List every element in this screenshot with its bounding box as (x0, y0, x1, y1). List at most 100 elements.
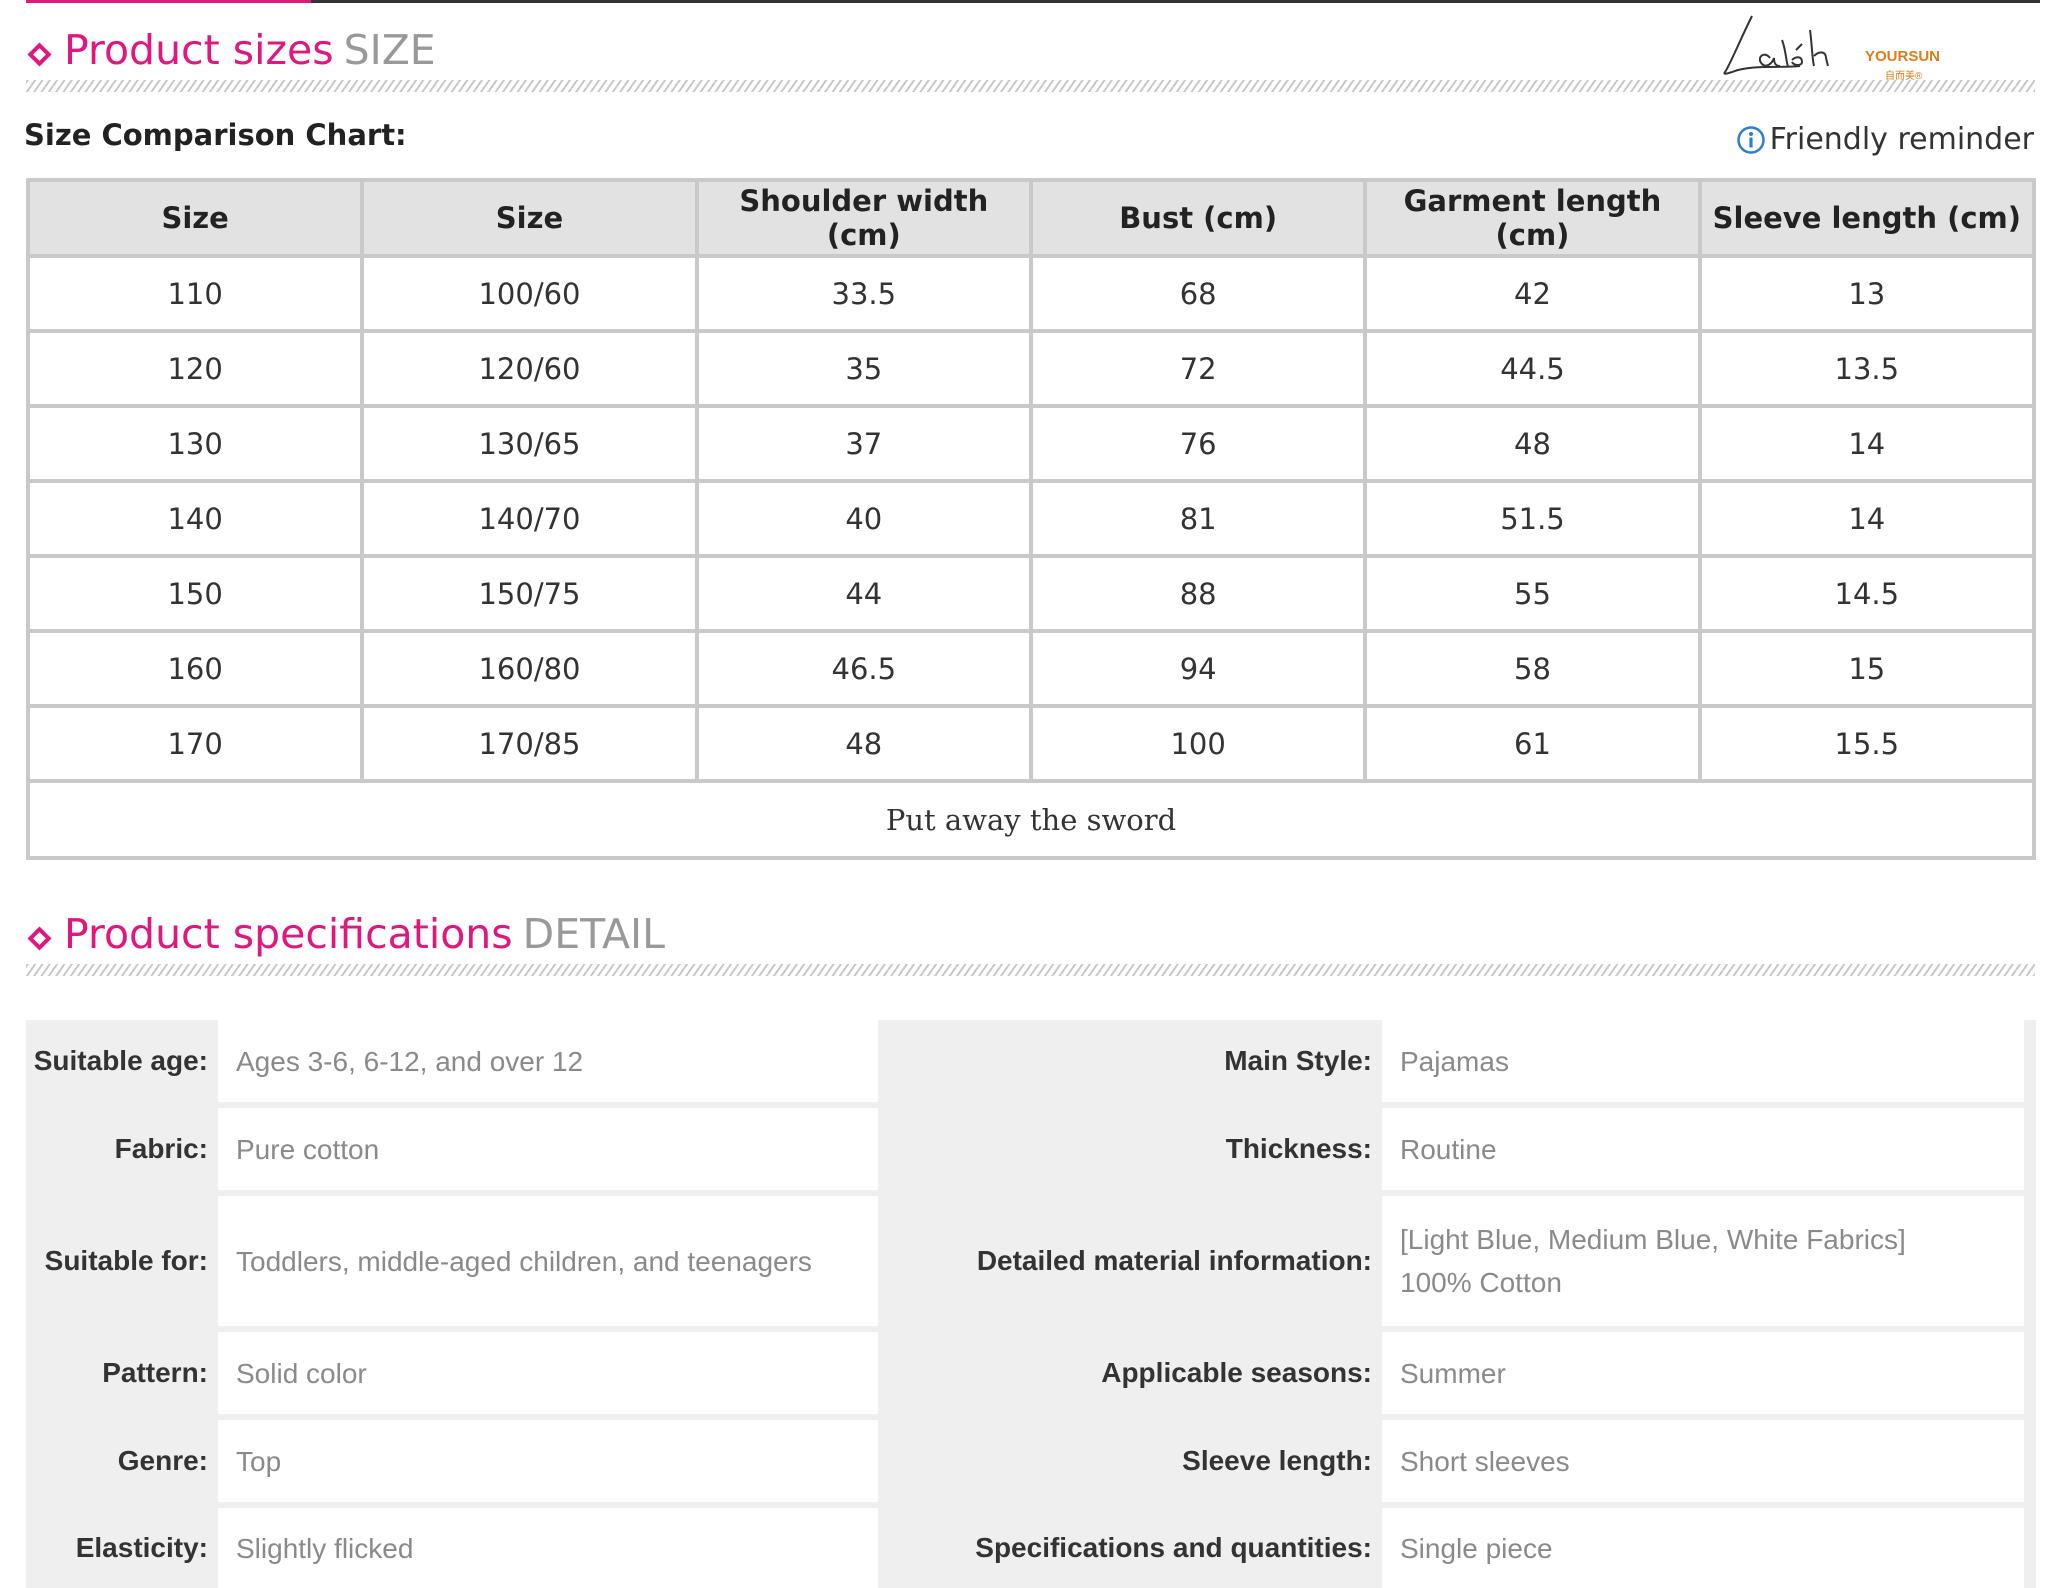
spec-value: Short sleeves (1382, 1420, 2024, 1502)
table-cell: 46.5 (694, 629, 1033, 708)
spec-label: Suitable age: (33, 1045, 208, 1076)
spec-value: Ages 3-6, 6-12, and over 12 (218, 1020, 878, 1102)
table-cell: 150/75 (360, 554, 699, 633)
table-row: 160 160/80 46.5 94 58 15 (25, 629, 2037, 708)
column-header: Garment length (cm) (1363, 178, 1702, 258)
table-row: 120 120/60 35 72 44.5 13.5 (25, 329, 2037, 408)
table-cell: 14 (1697, 479, 2037, 558)
spec-label: Detailed material information: (976, 1245, 1372, 1276)
spec-label: Main Style: (1224, 1045, 1372, 1076)
spec-value: [Light Blue, Medium Blue, White Fabrics]… (1382, 1196, 2024, 1326)
column-header: Size (25, 178, 365, 258)
table-cell: 55 (1363, 554, 1702, 633)
column-header: Sleeve length (cm) (1697, 178, 2037, 258)
table-cell: 140 (25, 479, 365, 558)
table-cell: 15.5 (1697, 704, 2037, 783)
table-cell: 130/65 (360, 404, 699, 483)
column-header: Shoulder width (cm) (694, 178, 1033, 258)
top-rule-accent (26, 0, 311, 3)
table-footnote: Put away the sword (26, 779, 2036, 860)
spec-label: Sleeve length: (1182, 1445, 1372, 1476)
spec-value: Routine (1382, 1108, 2024, 1190)
section-divider (26, 964, 2035, 976)
logo-brand-sub: 自而美® (1885, 71, 1923, 82)
spec-value: Solid color (218, 1332, 878, 1414)
table-cell: 120/60 (360, 329, 699, 408)
table-cell: 150 (25, 554, 365, 633)
table-cell: 35 (694, 329, 1033, 408)
table-cell: 51.5 (1363, 479, 1702, 558)
spec-value: Pajamas (1382, 1020, 2024, 1102)
spec-row: Suitable age: Ages 3-6, 6-12, and over 1… (26, 1020, 2036, 1102)
spec-label: Pattern: (102, 1357, 208, 1388)
spec-value: Summer (1382, 1332, 2024, 1414)
table-cell: 76 (1028, 404, 1368, 483)
spec-row: Elasticity: Slightly flicked Specificati… (26, 1508, 2036, 1588)
spec-label: Elasticity: (75, 1532, 208, 1563)
friendly-reminder-link[interactable]: Friendly reminder (1736, 122, 2034, 157)
spec-title-cn: Product specifications (64, 910, 513, 958)
table-row: 130 130/65 37 76 48 14 (25, 404, 2037, 483)
table-cell: 44 (694, 554, 1033, 633)
brand-logo: YOURSUN 自而美® (1720, 10, 1980, 90)
spec-row: Pattern: Solid color Applicable seasons:… (26, 1332, 2036, 1414)
table-row: 140 140/70 40 81 51.5 14 (25, 479, 2037, 558)
table-cell: 40 (694, 479, 1033, 558)
table-cell: 100 (1028, 704, 1368, 783)
table-cell: 110 (25, 254, 365, 333)
table-cell: 14 (1697, 404, 2037, 483)
table-cell: 42 (1363, 254, 1702, 333)
table-header-row: Size Size Shoulder width (cm) Bust (cm) … (25, 178, 2037, 258)
table-cell: 72 (1028, 329, 1368, 408)
spec-table: Suitable age: Ages 3-6, 6-12, and over 1… (26, 1020, 2036, 1588)
spec-label: Thickness: (1225, 1133, 1372, 1164)
info-icon (1736, 125, 1765, 154)
table-cell: 100/60 (360, 254, 699, 333)
size-title-cn: Product sizes (64, 26, 334, 74)
diamond-icon (27, 42, 52, 67)
spec-row: Suitable for: Toddlers, middle-aged chil… (26, 1196, 2036, 1326)
table-cell: 120 (25, 329, 365, 408)
friendly-reminder-text: Friendly reminder (1769, 122, 2034, 157)
table-cell: 44.5 (1363, 329, 1702, 408)
table-row: 150 150/75 44 88 55 14.5 (25, 554, 2037, 633)
spec-section-header: Product specifications DETAIL (26, 906, 2035, 976)
table-cell: 15 (1697, 629, 2037, 708)
spec-value: Slightly flicked (218, 1508, 878, 1588)
table-footnote-row: Put away the sword (26, 779, 2036, 860)
top-rule (26, 0, 2040, 3)
column-header: Bust (cm) (1028, 178, 1368, 258)
table-cell: 14.5 (1697, 554, 2037, 633)
size-section-title: Product sizes SIZE (64, 26, 436, 74)
table-cell: 61 (1363, 704, 1702, 783)
table-cell: 81 (1028, 479, 1368, 558)
table-cell: 130 (25, 404, 365, 483)
size-chart-label: Size Comparison Chart: (24, 118, 407, 152)
table-cell: 13.5 (1697, 329, 2037, 408)
table-row: 170 170/85 48 100 61 15.5 (25, 704, 2037, 783)
signature-logo-icon (1723, 15, 1829, 75)
table-cell: 160/80 (360, 629, 699, 708)
spec-value: Toddlers, middle-aged children, and teen… (218, 1196, 878, 1326)
spec-label: Specifications and quantities: (975, 1532, 1372, 1563)
spec-value: Pure cotton (218, 1108, 878, 1190)
table-cell: 140/70 (360, 479, 699, 558)
spec-label: Genre: (117, 1445, 208, 1476)
spec-value: Single piece (1382, 1508, 2024, 1588)
spec-value: Top (218, 1420, 878, 1502)
size-title-en: SIZE (343, 26, 436, 74)
logo-brand: YOURSUN (1865, 48, 1941, 65)
diamond-icon (27, 926, 52, 951)
table-cell: 94 (1028, 629, 1368, 708)
spec-title-en: DETAIL (522, 910, 665, 958)
table-cell: 160 (25, 629, 365, 708)
spec-row: Genre: Top Sleeve length: Short sleeves (26, 1420, 2036, 1502)
spec-label: Applicable seasons: (1101, 1357, 1372, 1388)
spec-label: Suitable for: (44, 1245, 208, 1276)
table-cell: 33.5 (694, 254, 1033, 333)
table-cell: 88 (1028, 554, 1368, 633)
table-row: 110 100/60 33.5 68 42 13 (25, 254, 2037, 333)
size-comparison-table: Size Size Shoulder width (cm) Bust (cm) … (25, 178, 2037, 860)
table-cell: 13 (1697, 254, 2037, 333)
table-cell: 68 (1028, 254, 1368, 333)
